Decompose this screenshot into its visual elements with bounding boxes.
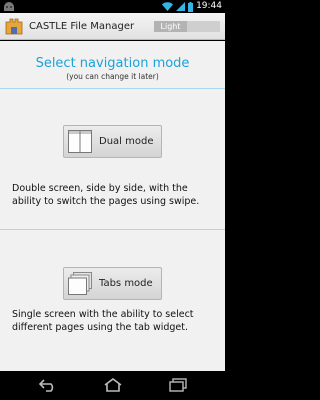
android-notification-icon [4,2,14,11]
wifi-icon [162,2,174,11]
dual-mode-description: Double screen, side by side, with the ab… [12,183,200,207]
dual-pane-icon [68,130,92,153]
dual-mode-label: Dual mode [99,136,154,147]
app-title: CASTLE File Manager [29,21,135,32]
home-icon[interactable] [103,378,123,392]
divider-top [0,88,225,89]
signal-icon [176,2,186,11]
action-bar: CASTLE File Manager Light [0,13,225,40]
theme-toggle[interactable]: Light [154,21,220,32]
page-title: Select navigation mode [35,56,190,71]
tabs-mode-button[interactable]: Tabs mode [63,267,162,300]
battery-icon [188,1,194,12]
status-time: 19:44 [196,1,222,11]
recents-icon[interactable] [168,378,188,392]
dual-mode-button[interactable]: Dual mode [63,125,162,158]
castle-app-icon[interactable] [5,18,23,35]
divider-middle [0,229,225,230]
tabs-icon [68,272,92,295]
tabs-mode-description: Single screen with the ability to select… [12,309,194,333]
page-subtitle: (you can change it later) [66,72,159,81]
tabs-mode-label: Tabs mode [99,278,153,289]
theme-toggle-label: Light [160,22,181,31]
theme-toggle-thumb[interactable]: Light [154,21,187,32]
back-icon[interactable] [38,378,58,392]
mode-selection-screen: Select navigation mode (you can change i… [0,41,225,371]
system-navigation-bar [0,371,225,400]
status-bar: 19:44 [0,0,225,13]
